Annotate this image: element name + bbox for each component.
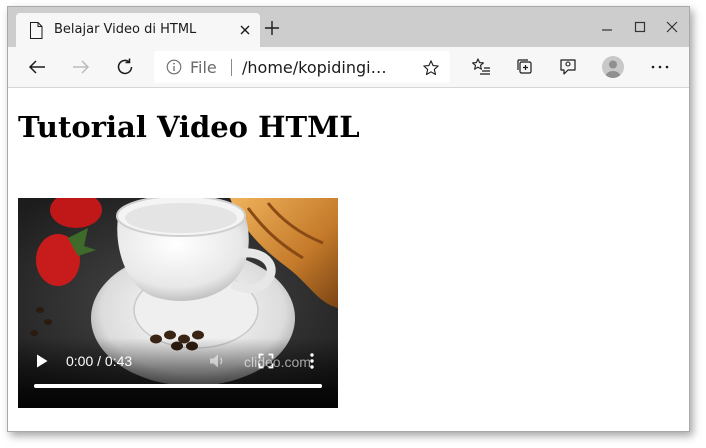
fullscreen-icon[interactable] (258, 353, 274, 369)
video-player[interactable]: 0:00 / 0:43 clideo.com (18, 198, 338, 408)
refresh-icon[interactable] (114, 56, 136, 78)
url-scheme: File (190, 58, 217, 77)
page-title: Tutorial Video HTML (18, 110, 360, 144)
kebab-menu-icon[interactable] (308, 352, 316, 370)
favorite-star-icon[interactable] (422, 59, 440, 77)
forward-arrow-icon[interactable] (70, 56, 92, 78)
minimize-icon[interactable] (599, 19, 615, 35)
toolbar: File /home/kopidingi… (8, 47, 689, 88)
close-tab-icon[interactable] (238, 23, 252, 37)
address-divider (231, 59, 232, 76)
new-tab-icon[interactable] (263, 19, 281, 37)
video-progress-fill (34, 384, 322, 388)
page-viewport: Tutorial Video HTML 0:00 / 0:43 clideo.c… (8, 88, 689, 431)
user-icon (605, 60, 621, 78)
feedback-icon[interactable] (557, 56, 579, 78)
tab-strip: Belajar Video di HTML (8, 7, 689, 47)
favorites-icon[interactable] (470, 56, 492, 78)
volume-icon[interactable] (208, 352, 226, 370)
video-controls: 0:00 / 0:43 clideo.com (18, 338, 338, 408)
browser-window: Belajar Video di HTML File /home/kopidin… (7, 6, 690, 432)
video-progress-bar[interactable] (34, 384, 322, 388)
close-window-icon[interactable] (664, 19, 680, 35)
play-icon[interactable] (36, 354, 48, 368)
profile-avatar[interactable] (602, 56, 624, 78)
maximize-icon[interactable] (632, 19, 648, 35)
url-text[interactable]: /home/kopidingi… (242, 58, 402, 77)
collections-icon[interactable] (514, 56, 536, 78)
more-options-icon[interactable] (649, 56, 671, 78)
page-icon (30, 22, 43, 39)
video-watermark: clideo.com (244, 354, 311, 370)
address-bar[interactable]: File /home/kopidingi… (154, 51, 450, 83)
back-arrow-icon[interactable] (26, 56, 48, 78)
video-time: 0:00 / 0:43 (66, 353, 133, 369)
tab-title: Belajar Video di HTML (54, 22, 197, 37)
info-icon[interactable] (166, 59, 182, 75)
tab-belajar-video[interactable]: Belajar Video di HTML (16, 13, 260, 47)
